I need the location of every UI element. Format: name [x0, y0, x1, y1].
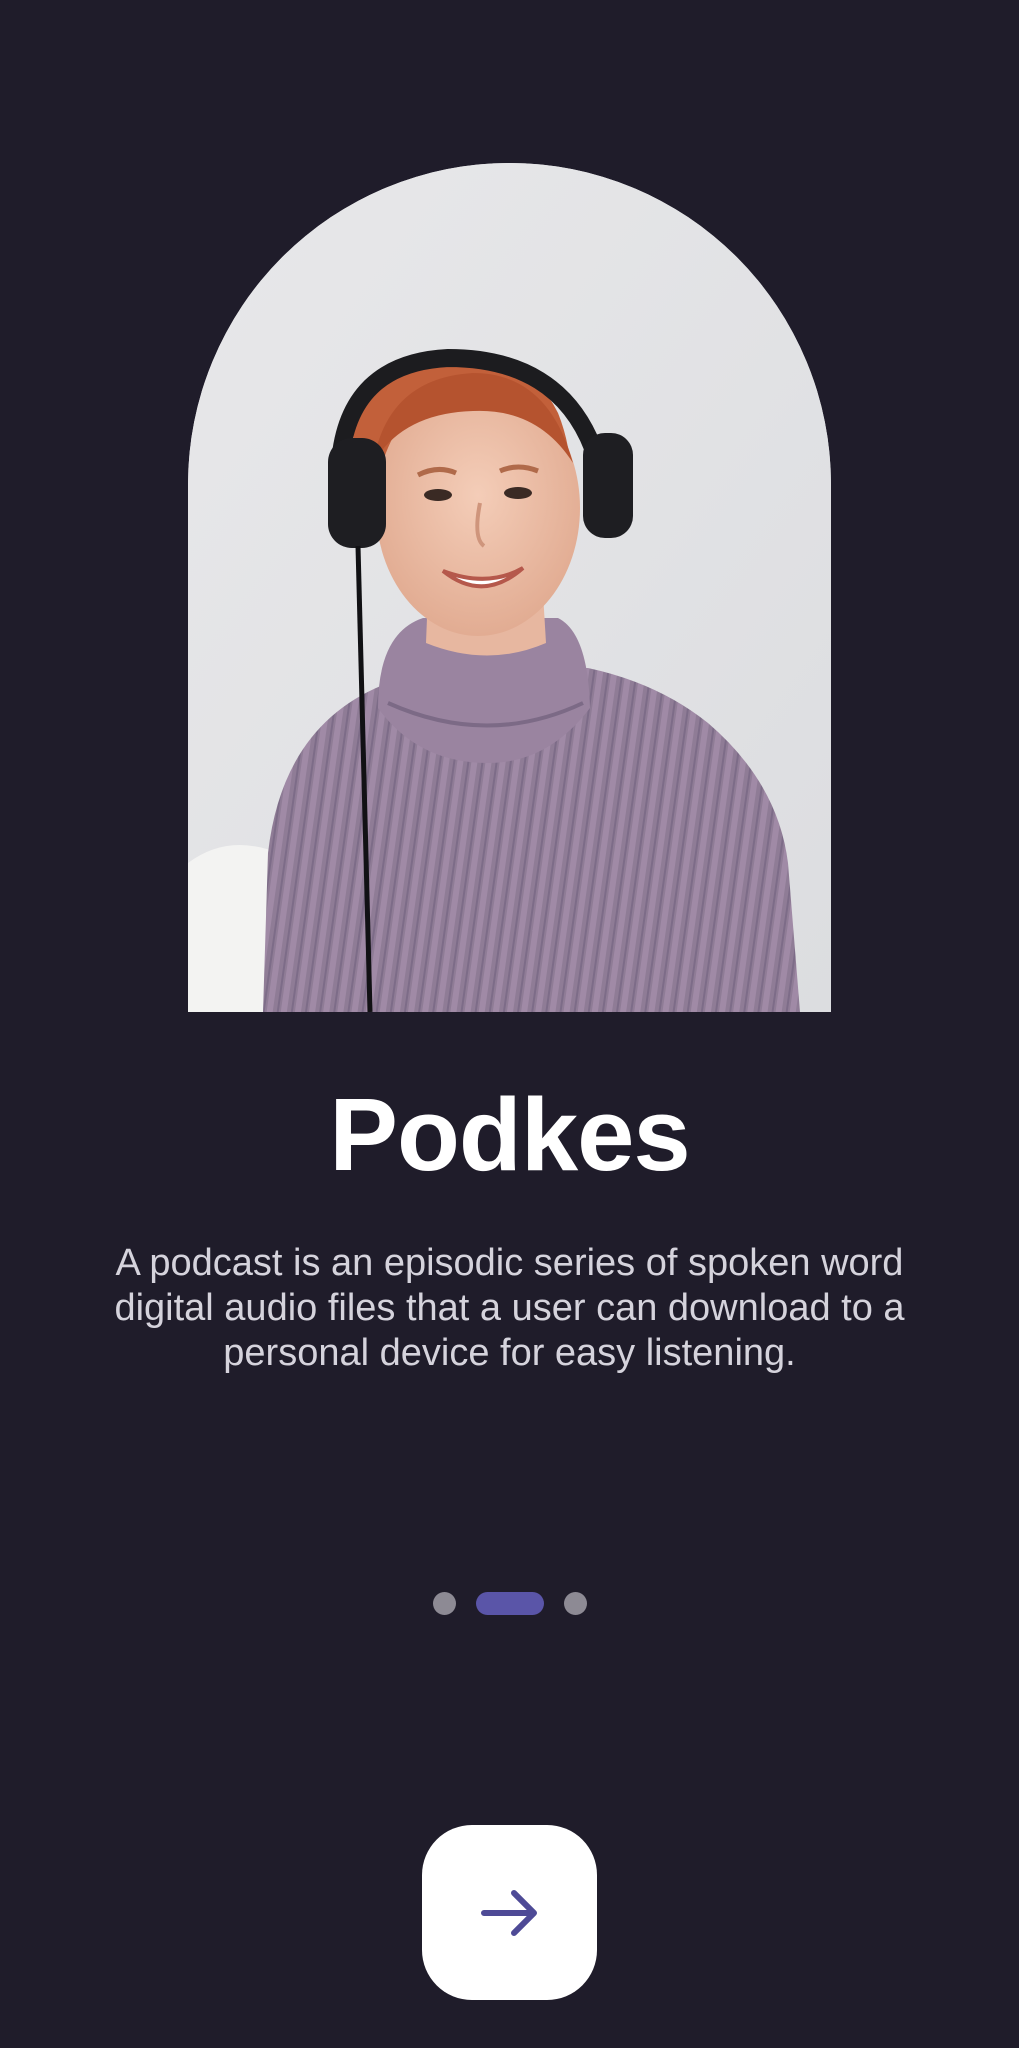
- onboarding-screen: Podkes A podcast is an episodic series o…: [0, 0, 1019, 2048]
- page-indicator: [0, 1591, 1019, 1615]
- next-button[interactable]: [422, 1825, 597, 2000]
- page-dot-2-active[interactable]: [475, 1591, 544, 1615]
- page-title: Podkes: [329, 1077, 690, 1192]
- arrow-right-icon: [480, 1889, 537, 1936]
- hero-image: [188, 163, 831, 1012]
- description-text: A podcast is an episodic series of spoke…: [114, 1242, 905, 1374]
- podcast-listener-illustration: [188, 163, 831, 1012]
- page-dot-1[interactable]: [432, 1591, 456, 1615]
- page-dot-3[interactable]: [563, 1591, 587, 1615]
